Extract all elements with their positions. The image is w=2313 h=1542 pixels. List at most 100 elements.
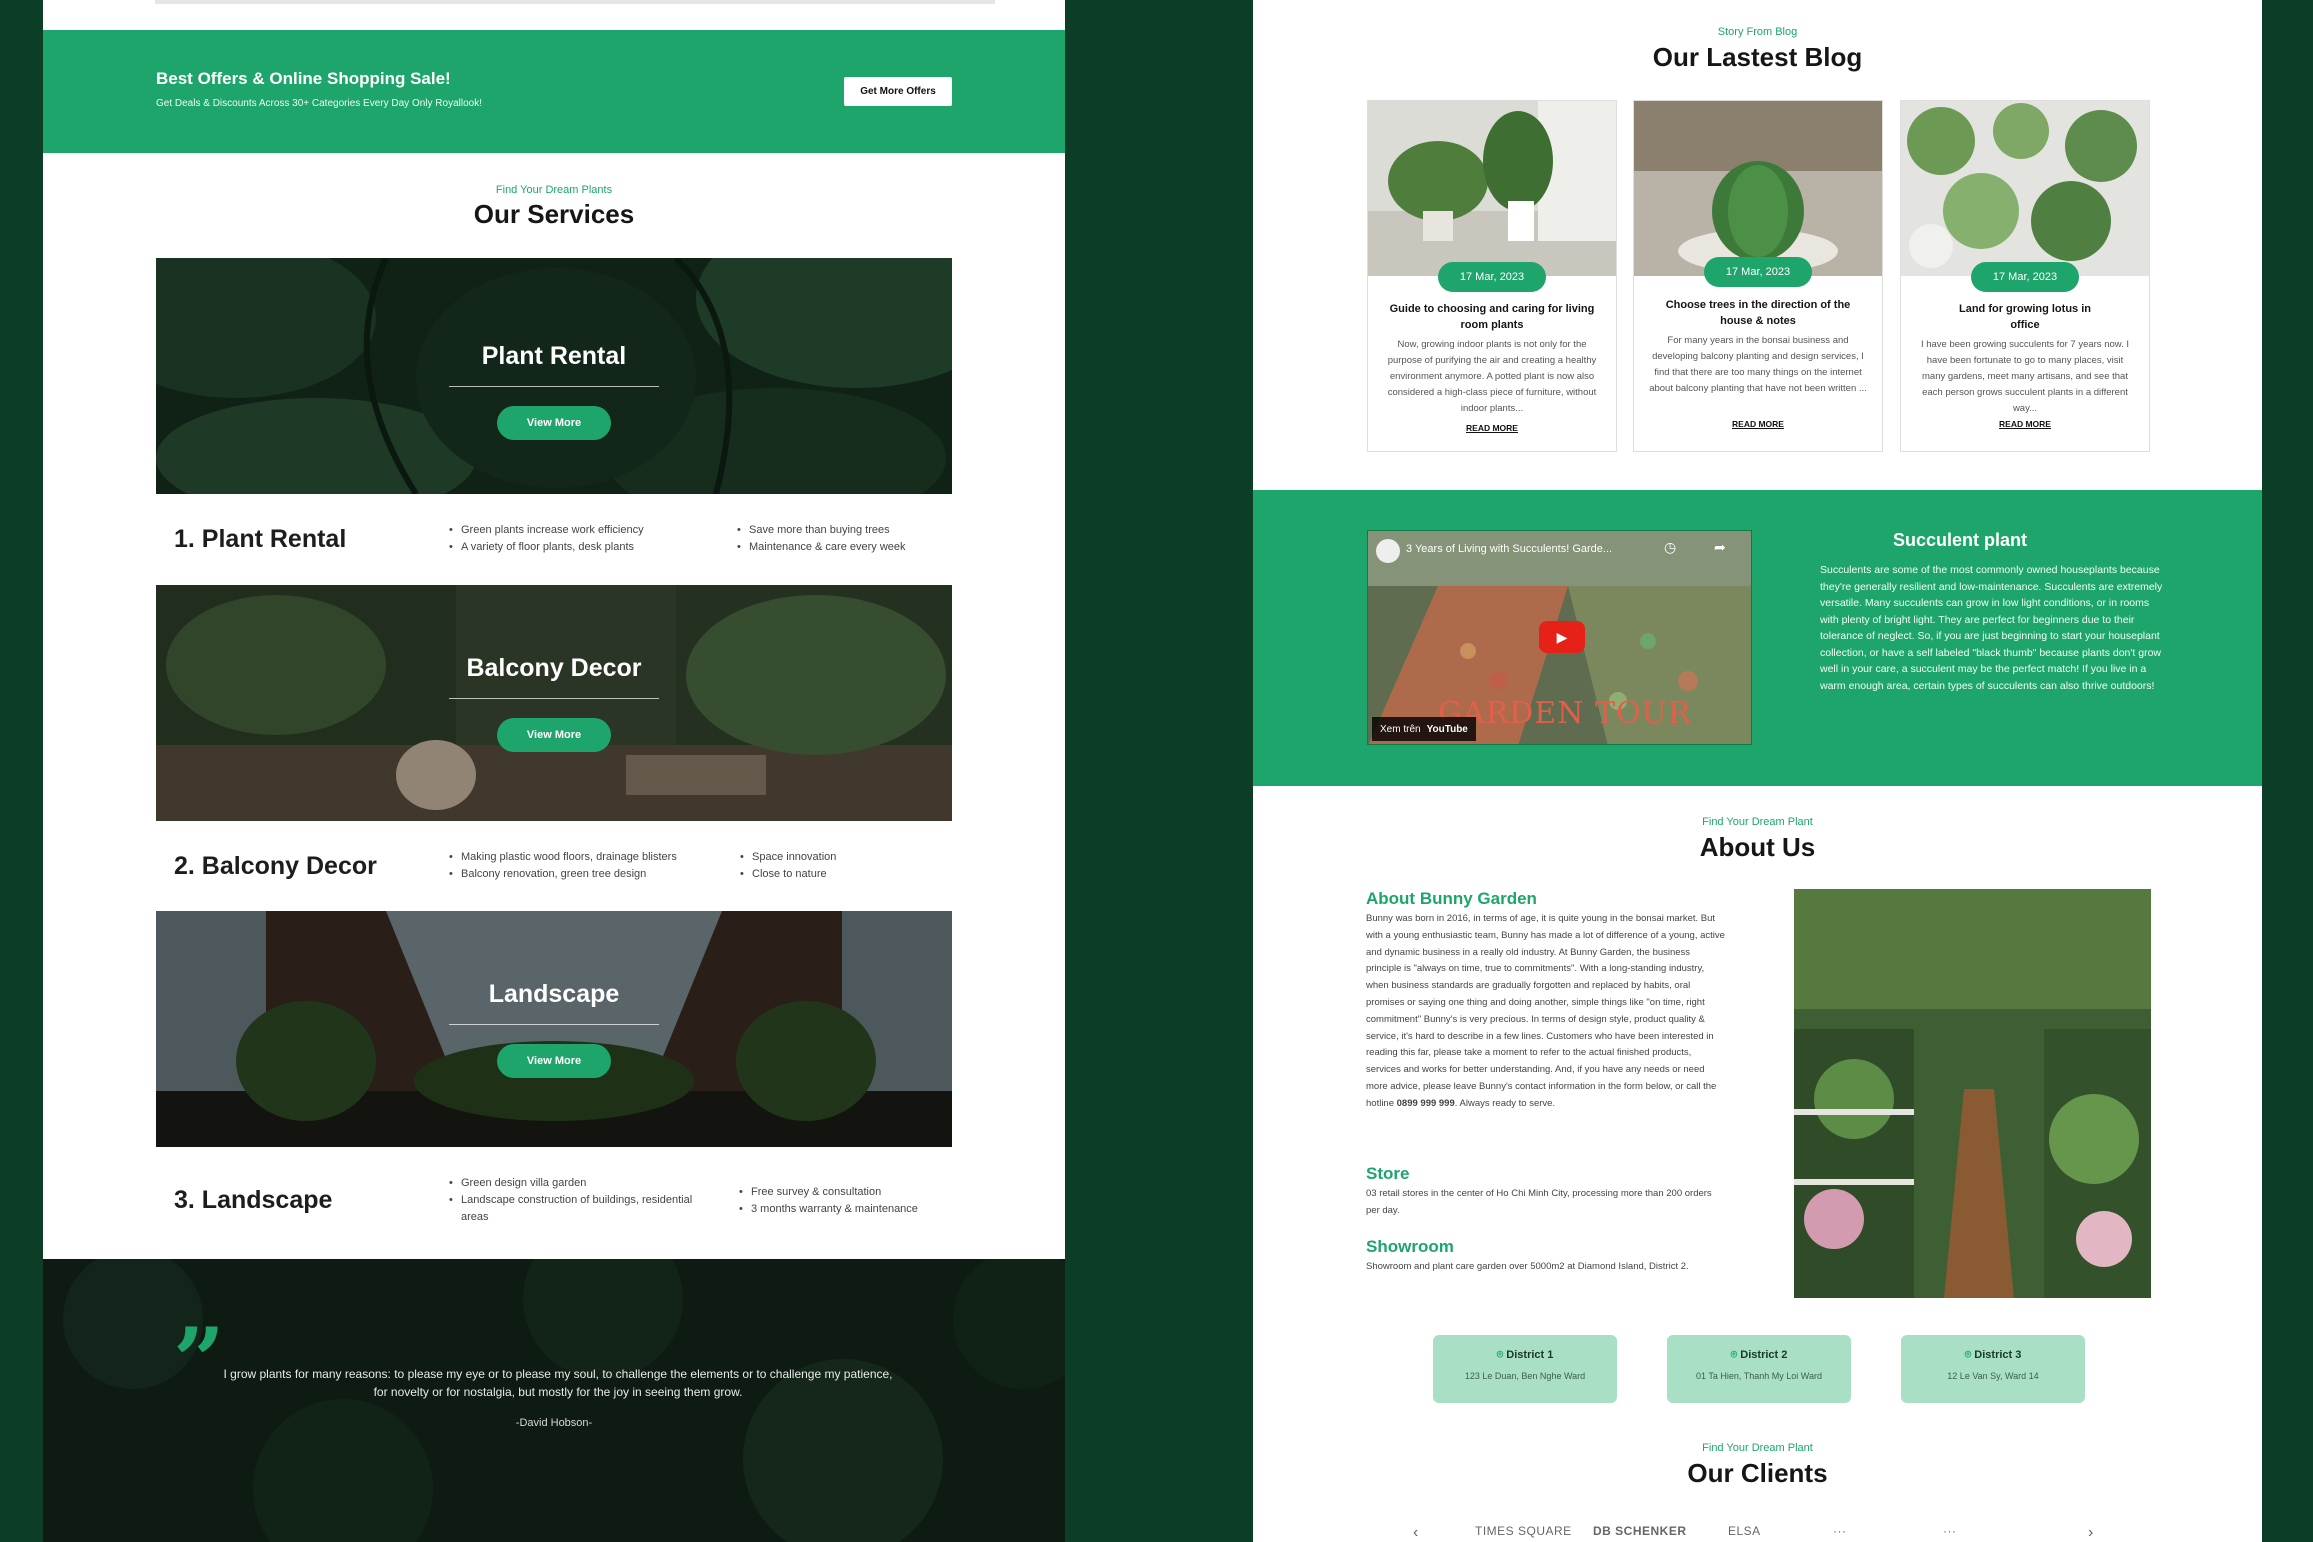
read-more-link[interactable]: READ MORE bbox=[1634, 419, 1882, 429]
feature-item: Save more than buying trees bbox=[737, 522, 906, 539]
landscape-image-title: Landscape bbox=[488, 980, 620, 1008]
blog-image bbox=[1634, 101, 1882, 276]
watch-on-youtube-button[interactable]: Xem trên YouTube bbox=[1372, 717, 1476, 741]
district-label: District 2 bbox=[1740, 1349, 1788, 1361]
blog-title: Our Lastest Blog bbox=[1652, 42, 1863, 72]
succulent-title: Succulent plant bbox=[1892, 530, 2027, 550]
blog-card[interactable]: 17 Mar, 2023 Guide to choosing and carin… bbox=[1367, 100, 1617, 452]
balcony-decor-heading: 2. Balcony Decor bbox=[174, 852, 377, 880]
blog-image bbox=[1901, 101, 2149, 276]
hotline-number[interactable]: 0899 999 999 bbox=[1397, 1098, 1455, 1109]
landscape-features-2: Free survey & consultation 3 months warr… bbox=[739, 1184, 918, 1218]
plant-rental-image: Plant Rental View More bbox=[156, 258, 952, 494]
quote-section: ” I grow plants for many reasons: to ple… bbox=[43, 1259, 1065, 1542]
get-more-offers-button[interactable]: Get More Offers bbox=[844, 77, 952, 106]
landscape-view-more-button[interactable]: View More bbox=[497, 1044, 611, 1078]
landscape-heading: 3. Landscape bbox=[174, 1186, 333, 1214]
location-card-district-1[interactable]: ⌾ District 1 123 Le Duan, Ben Nghe Ward bbox=[1433, 1335, 1617, 1403]
balcony-decor-image-title: Balcony Decor bbox=[466, 654, 642, 682]
feature-item: Green design villa garden bbox=[449, 1175, 699, 1192]
plant-rental-view-more-button[interactable]: View More bbox=[497, 406, 611, 440]
plant-rental-image-title: Plant Rental bbox=[481, 342, 627, 370]
blog-post-excerpt: For many years in the bonsai business an… bbox=[1649, 335, 1867, 394]
blog-kicker: Story From Blog bbox=[1717, 26, 1798, 38]
balcony-decor-image: Balcony Decor View More bbox=[156, 585, 952, 821]
read-more-link[interactable]: READ MORE bbox=[1901, 419, 2149, 429]
watch-later-icon[interactable]: ◷ bbox=[1664, 539, 1676, 556]
watch-on-label: Xem trên bbox=[1380, 723, 1421, 735]
location-name: ⌾ District 2 bbox=[1667, 1349, 1851, 1362]
about-title: About Us bbox=[1699, 832, 1816, 862]
blog-card[interactable]: 17 Mar, 2023 Land for growing lotus in o… bbox=[1900, 100, 2150, 452]
map-pin-icon: ⌾ bbox=[1964, 1349, 1972, 1361]
carousel-next-icon[interactable]: › bbox=[2088, 1524, 2094, 1542]
succulent-section: 3 Years of Living with Succulents! Garde… bbox=[1253, 490, 2262, 786]
offers-title: Best Offers & Online Shopping Sale! bbox=[156, 69, 451, 88]
about-garden-ending: . Always ready to serve. bbox=[1454, 1097, 1556, 1109]
read-more-link[interactable]: READ MORE bbox=[1368, 423, 1616, 433]
clients-title: Our Clients bbox=[1687, 1458, 1828, 1488]
divider bbox=[449, 1024, 659, 1025]
client-logo: DB SCHENKER bbox=[1593, 1524, 1687, 1538]
garden-shop-photo bbox=[1794, 889, 2151, 1298]
youtube-logo: YouTube bbox=[1426, 723, 1468, 735]
store-heading: Store bbox=[1366, 1164, 1410, 1183]
feature-item: Close to nature bbox=[740, 866, 836, 883]
youtube-video-embed[interactable]: 3 Years of Living with Succulents! Garde… bbox=[1367, 530, 1752, 745]
landscape-image: Landscape View More bbox=[156, 911, 952, 1147]
location-card-district-2[interactable]: ⌾ District 2 01 Ta Hien, Thanh My Loi Wa… bbox=[1667, 1335, 1851, 1403]
quote-icon: ” bbox=[173, 1308, 225, 1414]
clients-logo-carousel: ‹ TIMES SQUARE DB SCHENKER ELSA ··· ··· … bbox=[1253, 1518, 2262, 1542]
services-kicker: Find Your Dream Plants bbox=[495, 184, 613, 196]
map-pin-icon: ⌾ bbox=[1496, 1349, 1504, 1361]
services-title: Our Services bbox=[473, 199, 635, 229]
landscape-features-1: Green design villa garden Landscape cons… bbox=[449, 1175, 699, 1226]
feature-item: Landscape construction of buildings, res… bbox=[449, 1192, 699, 1226]
left-page-panel: Best Offers & Online Shopping Sale! Get … bbox=[43, 0, 1065, 1542]
carousel-prev-icon[interactable]: ‹ bbox=[1413, 1524, 1419, 1542]
blog-post-title[interactable]: Land for growing lotus in office bbox=[1951, 301, 2099, 333]
map-pin-icon: ⌾ bbox=[1730, 1349, 1738, 1361]
blog-card[interactable]: 17 Mar, 2023 Choose trees in the directi… bbox=[1633, 100, 1883, 452]
about-kicker: Find Your Dream Plant bbox=[1702, 816, 1813, 828]
plant-rental-heading: 1. Plant Rental bbox=[174, 525, 347, 553]
succulent-text: Succulents are some of the most commonly… bbox=[1820, 564, 2163, 692]
cactus-image bbox=[1634, 101, 1882, 276]
plant-rental-features-2: Save more than buying trees Maintenance … bbox=[737, 522, 906, 556]
play-icon[interactable]: ▶ bbox=[1539, 621, 1585, 653]
divider bbox=[449, 698, 659, 699]
location-card-district-3[interactable]: ⌾ District 3 12 Le Van Sy, Ward 14 bbox=[1901, 1335, 2085, 1403]
succulents-pots-image bbox=[1901, 101, 2149, 276]
garden-shop-image bbox=[1794, 889, 2151, 1298]
feature-item: Green plants increase work efficiency bbox=[449, 522, 644, 539]
location-address: 01 Ta Hien, Thanh My Loi Ward bbox=[1696, 1371, 1822, 1381]
video-title[interactable]: 3 Years of Living with Succulents! Garde… bbox=[1406, 543, 1612, 555]
blog-post-excerpt: Now, growing indoor plants is not only f… bbox=[1387, 339, 1597, 414]
plant-rental-features-1: Green plants increase work efficiency A … bbox=[449, 522, 644, 556]
location-name: ⌾ District 1 bbox=[1433, 1349, 1617, 1362]
location-name: ⌾ District 3 bbox=[1901, 1349, 2085, 1362]
feature-item: Balcony renovation, green tree design bbox=[449, 866, 677, 883]
channel-avatar[interactable] bbox=[1376, 539, 1400, 563]
blog-date-badge: 17 Mar, 2023 bbox=[1971, 262, 2079, 292]
client-logo-placeholder: ··· bbox=[1833, 1524, 1847, 1538]
share-icon[interactable]: ➦ bbox=[1714, 539, 1726, 556]
client-logo: TIMES SQUARE bbox=[1475, 1524, 1572, 1538]
showroom-heading: Showroom bbox=[1366, 1237, 1454, 1256]
offers-banner: Best Offers & Online Shopping Sale! Get … bbox=[43, 30, 1065, 153]
feature-item: Space innovation bbox=[740, 849, 836, 866]
right-page-panel: Story From Blog Our Lastest Blog 17 Mar,… bbox=[1253, 0, 2262, 1542]
blog-date-badge: 17 Mar, 2023 bbox=[1438, 262, 1546, 292]
blog-post-title[interactable]: Guide to choosing and caring for living … bbox=[1382, 301, 1602, 333]
balcony-decor-view-more-button[interactable]: View More bbox=[497, 718, 611, 752]
blog-post-title[interactable]: Choose trees in the direction of the hou… bbox=[1648, 297, 1868, 329]
feature-item: Making plastic wood floors, drainage bli… bbox=[449, 849, 677, 866]
feature-item: A variety of floor plants, desk plants bbox=[449, 539, 644, 556]
blog-post-excerpt: I have been growing succulents for 7 yea… bbox=[1920, 339, 2130, 414]
store-text: 03 retail stores in the center of Ho Chi… bbox=[1366, 1188, 1712, 1216]
clients-kicker: Find Your Dream Plant bbox=[1702, 1442, 1813, 1454]
blog-image bbox=[1368, 101, 1616, 276]
district-label: District 1 bbox=[1506, 1349, 1554, 1361]
location-address: 12 Le Van Sy, Ward 14 bbox=[1947, 1371, 2039, 1381]
about-garden-heading: About Bunny Garden bbox=[1366, 889, 1537, 908]
